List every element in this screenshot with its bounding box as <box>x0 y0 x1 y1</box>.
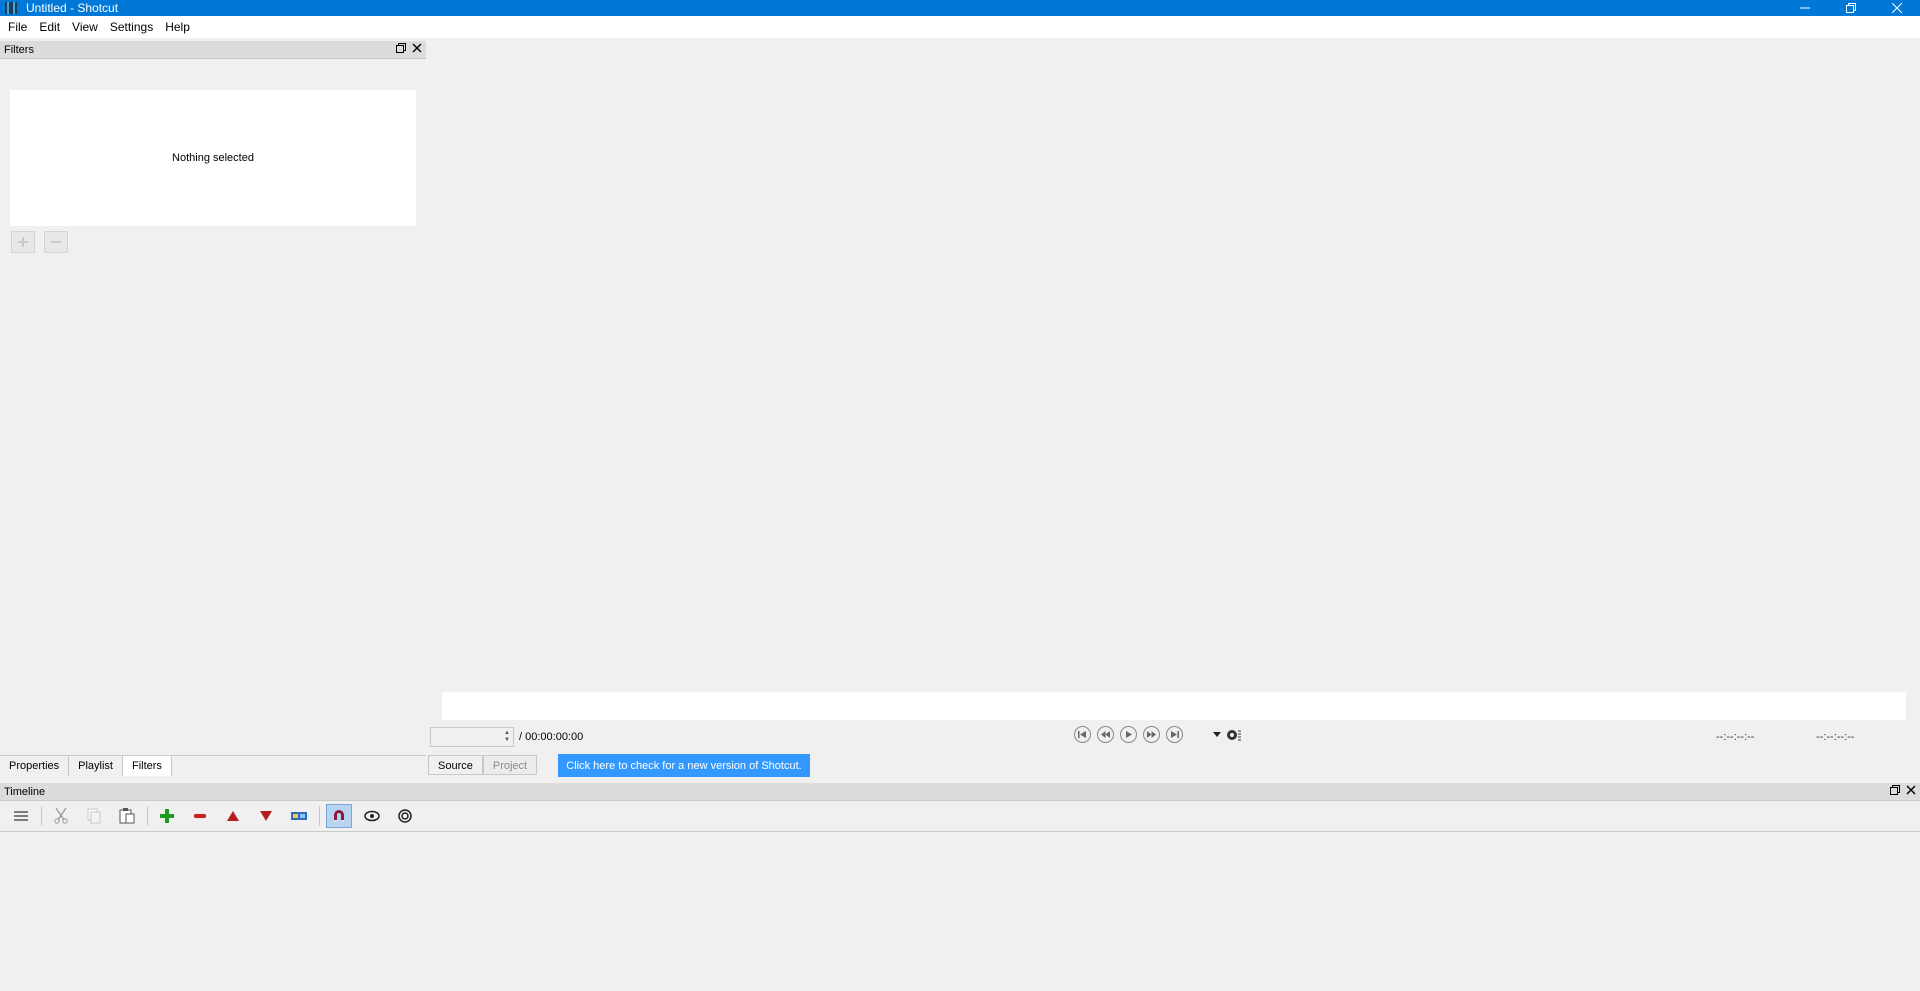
copy-icon[interactable] <box>81 804 107 828</box>
check-update-button[interactable]: Click here to check for a new version of… <box>558 754 810 777</box>
volume-control <box>1226 728 1242 745</box>
float-timeline-icon[interactable] <box>1890 783 1900 801</box>
fast-forward-icon[interactable] <box>1143 726 1160 743</box>
close-button[interactable] <box>1874 0 1920 16</box>
minus-icon <box>51 241 61 243</box>
skip-to-end-icon[interactable] <box>1166 726 1183 743</box>
menu-edit[interactable]: Edit <box>33 16 66 38</box>
timeline-scrubber[interactable] <box>442 692 1906 720</box>
transport-controls <box>1074 726 1183 743</box>
filters-list[interactable]: Nothing selected <box>10 90 416 226</box>
spin-down-icon[interactable]: ▼ <box>504 737 510 744</box>
title-bar: Untitled - Shotcut <box>0 0 1920 16</box>
float-dock-icon[interactable] <box>396 41 406 59</box>
split-icon[interactable] <box>286 804 312 828</box>
timecode-input[interactable]: ▲ ▼ <box>430 727 514 747</box>
timecode-spinner[interactable]: ▲ ▼ <box>501 728 513 746</box>
spin-up-icon[interactable]: ▲ <box>504 730 510 737</box>
ripple-icon[interactable] <box>392 804 418 828</box>
tab-playlist[interactable]: Playlist <box>69 756 123 776</box>
append-icon[interactable] <box>154 804 180 828</box>
close-dock-icon[interactable] <box>412 41 422 59</box>
snap-icon[interactable] <box>326 804 352 828</box>
out-point-label: --:--:--:-- <box>1816 731 1855 743</box>
tab-filters[interactable]: Filters <box>122 756 172 776</box>
duration-label: / 00:00:00:00 <box>519 731 584 743</box>
timeline-toolbar <box>0 803 1920 829</box>
tab-source[interactable]: Source <box>428 755 483 775</box>
player-options <box>1212 728 1222 742</box>
filters-dock-label: Filters <box>4 44 34 56</box>
skip-to-start-icon[interactable] <box>1074 726 1091 743</box>
close-timeline-icon[interactable] <box>1906 783 1916 801</box>
window-title: Untitled - Shotcut <box>26 1 119 15</box>
plus-icon <box>18 237 28 247</box>
timeline-dock-title: Timeline <box>0 783 1920 801</box>
cut-icon[interactable] <box>48 804 74 828</box>
timeline-dock-label: Timeline <box>4 786 46 798</box>
filters-dock-title: Filters <box>0 41 426 59</box>
menu-view[interactable]: View <box>66 16 104 38</box>
play-icon[interactable] <box>1120 726 1137 743</box>
toolbar-separator <box>319 806 320 826</box>
shotcut-app-icon <box>4 0 20 16</box>
lift-icon[interactable] <box>220 804 246 828</box>
rewind-icon[interactable] <box>1097 726 1114 743</box>
scrub-while-dragging-icon[interactable] <box>359 804 385 828</box>
in-point-label: --:--:--:-- <box>1716 731 1755 743</box>
add-filter-button[interactable] <box>11 231 35 253</box>
menu-settings[interactable]: Settings <box>104 16 159 38</box>
overwrite-icon[interactable] <box>253 804 279 828</box>
toolbar-separator <box>147 806 148 826</box>
timeline-divider <box>0 831 1920 832</box>
menu-file[interactable]: File <box>2 16 33 38</box>
dropdown-arrow-icon[interactable] <box>1212 728 1222 742</box>
minimize-icon <box>1800 7 1810 9</box>
restore-button[interactable] <box>1828 0 1874 16</box>
paste-icon[interactable] <box>114 804 140 828</box>
left-tab-bar: Properties Playlist Filters <box>0 755 426 776</box>
timeline-menu-icon[interactable] <box>8 804 34 828</box>
volume-icon[interactable] <box>1226 728 1242 745</box>
restore-icon <box>1846 3 1856 13</box>
tab-properties[interactable]: Properties <box>0 756 70 776</box>
minimize-button[interactable] <box>1782 0 1828 16</box>
tab-project[interactable]: Project <box>482 755 538 775</box>
nothing-selected-label: Nothing selected <box>172 152 254 164</box>
close-icon <box>1892 3 1902 13</box>
player-tab-bar: Source Project <box>428 755 538 775</box>
menu-help[interactable]: Help <box>159 16 196 38</box>
ripple-delete-icon[interactable] <box>187 804 213 828</box>
toolbar-separator <box>41 806 42 826</box>
menu-bar: File Edit View Settings Help <box>0 16 1920 38</box>
remove-filter-button[interactable] <box>44 231 68 253</box>
